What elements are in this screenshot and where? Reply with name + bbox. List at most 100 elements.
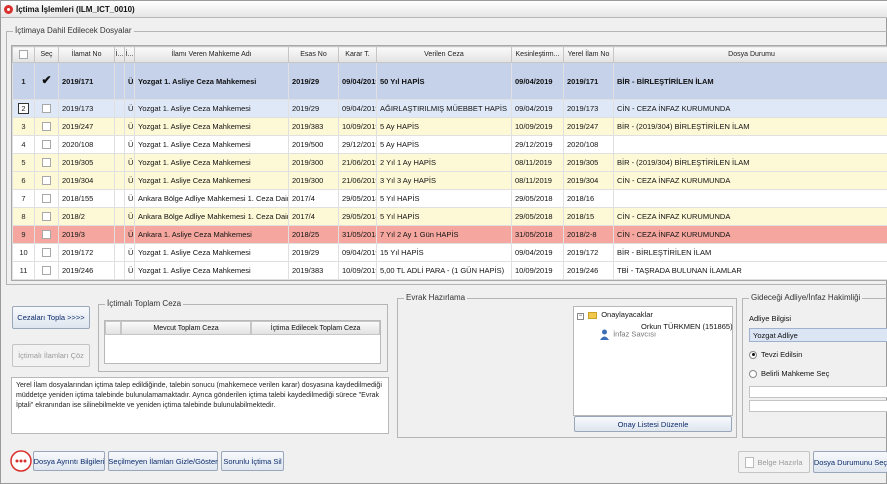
table-row[interactable]: 8 2018/2 Ü...Ankara Bölge Adliye Mahkemesi… xyxy=(12,207,887,226)
cell-dosya-durumu[interactable]: BİR - (2019/304) BİRLEŞTİRİLEN İLAM xyxy=(613,117,887,136)
cell-esas-no[interactable]: 2019/383 xyxy=(288,261,339,280)
cell-karar-tarihi[interactable]: 09/04/2019 xyxy=(338,243,377,262)
cell-dosya-durumu[interactable] xyxy=(613,189,887,208)
cell-yerel-ilam-no[interactable]: 2019/172 xyxy=(563,243,614,262)
adliye-combo[interactable]: Yozgat Adliye xyxy=(749,328,887,342)
row-select-checkbox[interactable]: ✔ xyxy=(34,62,59,100)
cell-mahkeme[interactable]: Yozgat 1. Asliye Ceza Mahkemesi xyxy=(134,171,289,190)
help-chat-icon[interactable] xyxy=(10,450,32,472)
checkbox-empty[interactable] xyxy=(42,122,51,132)
header-karar-tarihi[interactable]: Karar T. xyxy=(338,46,377,63)
cell-mahkeme[interactable]: Yozgat 1. Asliye Ceza Mahkemesi xyxy=(134,243,289,262)
checkbox-empty[interactable] xyxy=(42,266,51,276)
cell-kesinlestirme[interactable]: 10/09/2019 xyxy=(511,117,564,136)
cell-karar-tarihi[interactable]: 21/06/2019 xyxy=(338,153,377,172)
header-corner[interactable] xyxy=(12,46,35,63)
cell-esas-no[interactable]: 2019/500 xyxy=(288,135,339,154)
cell-ilamat-no[interactable]: 2019/171 xyxy=(58,62,115,100)
header-dosya-durumu[interactable]: Dosya Durumu xyxy=(613,46,887,63)
cell-kesinlestirme[interactable]: 29/05/2018 xyxy=(511,189,564,208)
table-row[interactable]: 5 2019/305 Ü...Yozgat 1. Asliye Ceza Mahke… xyxy=(12,153,887,172)
belge-hazirla-button[interactable]: Belge Hazırla xyxy=(738,451,810,473)
mahkeme-field-2[interactable] xyxy=(749,400,887,412)
checkbox-empty[interactable] xyxy=(42,176,51,186)
cell-ilamat-no[interactable]: 2019/246 xyxy=(58,261,115,280)
row-number[interactable]: 6 xyxy=(12,171,35,190)
cell-mahkeme[interactable]: Ankara Bölge Adliye Mahkemesi 1. Ceza Da… xyxy=(134,189,289,208)
table-row[interactable]: 1 ✔ 2019/171 Ü...Yozgat 1. Asliye Ceza Mahk… xyxy=(12,62,887,100)
row-select-checkbox[interactable] xyxy=(34,261,59,280)
cell-karar-tarihi[interactable]: 09/04/2019 xyxy=(338,99,377,118)
toplam-ceza-grid[interactable]: Mevcut Toplam Ceza İçtima Edilecek Topla… xyxy=(104,320,381,364)
cell-esas-no[interactable]: 2017/4 xyxy=(288,207,339,226)
cell-mahkeme[interactable]: Yozgat 1. Asliye Ceza Mahkemesi xyxy=(134,62,289,100)
cell-mahkeme[interactable]: Ankara Bölge Adliye Mahkemesi 1. Ceza Da… xyxy=(134,207,289,226)
row-number[interactable]: 7 xyxy=(12,189,35,208)
cell-esas-no[interactable]: 2019/29 xyxy=(288,243,339,262)
cell-verilen-ceza[interactable]: 2 Yıl 1 Ay HAPİS xyxy=(376,153,512,172)
cell-dosya-durumu[interactable] xyxy=(613,135,887,154)
cell-col-b[interactable]: Ü... xyxy=(124,135,135,154)
cell-col-a[interactable] xyxy=(114,117,125,136)
cell-dosya-durumu[interactable]: BİR - (2019/304) BİRLEŞTİRİLEN İLAM xyxy=(613,153,887,172)
table-row[interactable]: 2 2019/173 Ü...Yozgat 1. Asliye Ceza Mahke… xyxy=(12,99,887,118)
table-row[interactable]: 7 2018/155 Ü...Ankara Bölge Adliye Mahkeme… xyxy=(12,189,887,208)
cell-verilen-ceza[interactable]: 5 Ay HAPİS xyxy=(376,135,512,154)
row-number[interactable]: 3 xyxy=(12,117,35,136)
cell-verilen-ceza[interactable]: 5 Yıl HAPİS xyxy=(376,207,512,226)
cell-kesinlestirme[interactable]: 29/05/2018 xyxy=(511,207,564,226)
row-select-checkbox[interactable] xyxy=(34,225,59,244)
cell-verilen-ceza[interactable]: AĞIRLAŞTIRILMIŞ MÜEBBET HAPİS xyxy=(376,99,512,118)
row-select-checkbox[interactable] xyxy=(34,153,59,172)
cell-kesinlestirme[interactable]: 09/04/2019 xyxy=(511,99,564,118)
cell-mahkeme[interactable]: Yozgat 1. Asliye Ceza Mahkemesi xyxy=(134,117,289,136)
secilmeyen-gizle-button[interactable]: Seçilmeyen İlamları Gizle/Göster xyxy=(108,451,218,471)
ictimali-coz-button[interactable]: İçtimalı İlamları Çöz xyxy=(12,344,90,367)
cell-col-a[interactable] xyxy=(114,171,125,190)
header-esas-no[interactable]: Esas No xyxy=(288,46,339,63)
row-number[interactable]: 4 xyxy=(12,135,35,154)
header-col-a[interactable]: İ... xyxy=(114,46,125,63)
header-ilamat-no[interactable]: İlamat No xyxy=(58,46,115,63)
cell-col-b[interactable]: Ü... xyxy=(124,261,135,280)
cell-yerel-ilam-no[interactable]: 2020/108 xyxy=(563,135,614,154)
header-col-b[interactable]: İ... xyxy=(124,46,135,63)
header-ictima-toplam-ceza[interactable]: İçtima Edilecek Toplam Ceza xyxy=(251,321,380,335)
header-yerel-ilam-no[interactable]: Yerel İlam No xyxy=(563,46,614,63)
cell-verilen-ceza[interactable]: 7 Yıl 2 Ay 1 Gün HAPİS xyxy=(376,225,512,244)
cell-col-a[interactable] xyxy=(114,62,125,100)
cell-col-b[interactable]: Ü... xyxy=(124,153,135,172)
cell-yerel-ilam-no[interactable]: 2019/171 xyxy=(563,62,614,100)
cell-dosya-durumu[interactable]: CİN - CEZA İNFAZ KURUMUNDA xyxy=(613,171,887,190)
cell-kesinlestirme[interactable]: 10/09/2019 xyxy=(511,261,564,280)
cell-kesinlestirme[interactable]: 09/04/2019 xyxy=(511,62,564,100)
cell-col-b[interactable]: Ü... xyxy=(124,243,135,262)
cell-esas-no[interactable]: 2019/383 xyxy=(288,117,339,136)
cell-col-a[interactable] xyxy=(114,207,125,226)
row-number[interactable]: 8 xyxy=(12,207,35,226)
cell-dosya-durumu[interactable]: CİN - CEZA İNFAZ KURUMUNDA xyxy=(613,99,887,118)
cell-yerel-ilam-no[interactable]: 2019/246 xyxy=(563,261,614,280)
cell-ilamat-no[interactable]: 2018/155 xyxy=(58,189,115,208)
header-kesinlestirme[interactable]: Kesinleştirm... xyxy=(511,46,564,63)
header-mahkeme-adi[interactable]: İlamı Veren Mahkeme Adı xyxy=(134,46,289,63)
table-row[interactable]: 10 2019/172 Ü...Yozgat 1. Asliye Ceza Mahk… xyxy=(12,243,887,262)
sorunlu-ictima-button[interactable]: Sorunlu İçtima Sil xyxy=(221,451,284,471)
tree-role[interactable]: İnfaz Savcısı xyxy=(600,329,656,340)
cell-yerel-ilam-no[interactable]: 2019/304 xyxy=(563,171,614,190)
cell-verilen-ceza[interactable]: 50 Yıl HAPİS xyxy=(376,62,512,100)
cell-col-a[interactable] xyxy=(114,261,125,280)
cell-verilen-ceza[interactable]: 5 Yıl HAPİS xyxy=(376,189,512,208)
dosya-durumu-button[interactable]: Dosya Durumunu Seç xyxy=(813,451,887,473)
cell-kesinlestirme[interactable]: 29/12/2019 xyxy=(511,135,564,154)
files-grid[interactable]: Seç İlamat No İ... İ... İlamı Veren Mahk… xyxy=(11,45,887,281)
cell-mahkeme[interactable]: Ankara 1. Asliye Ceza Mahkemesi xyxy=(134,225,289,244)
cell-col-b[interactable]: Ü... xyxy=(124,117,135,136)
checkbox-empty[interactable] xyxy=(42,248,51,258)
cell-karar-tarihi[interactable]: 09/04/2019 xyxy=(338,62,377,100)
checkbox-empty[interactable] xyxy=(42,104,51,114)
header-mevcut-toplam-ceza[interactable]: Mevcut Toplam Ceza xyxy=(121,321,251,335)
cell-ilamat-no[interactable]: 2019/247 xyxy=(58,117,115,136)
cell-dosya-durumu[interactable]: CİN - CEZA İNFAZ KURUMUNDA xyxy=(613,207,887,226)
cell-verilen-ceza[interactable]: 3 Yıl 3 Ay HAPİS xyxy=(376,171,512,190)
